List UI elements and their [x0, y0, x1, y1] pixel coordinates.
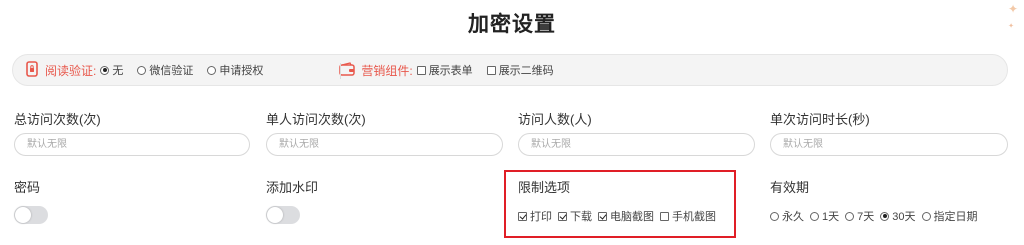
marketing-label: 营销组件: — [361, 63, 413, 78]
checkbox-icon[interactable] — [416, 65, 426, 75]
radio-icon[interactable] — [100, 65, 110, 75]
restrictions-options: 打印 下载 电脑截图 手机截图 — [518, 208, 722, 224]
restriction-download[interactable]: 下载 — [558, 208, 592, 224]
radio-icon[interactable] — [810, 211, 819, 221]
validity-7day[interactable]: 7天 — [845, 208, 874, 224]
password-toggle[interactable] — [14, 206, 48, 224]
phone-lock-icon — [25, 60, 39, 80]
wallet-icon — [339, 61, 356, 79]
visitors-input[interactable] — [518, 133, 755, 156]
divider — [340, 63, 341, 79]
validity-options: 永久 1天 7天 30天 指定日期 — [770, 208, 984, 224]
page-title: 加密设置 — [468, 13, 556, 36]
total-visits-input[interactable] — [14, 133, 250, 156]
single-visits-label: 单人访问次数(次) — [266, 112, 366, 127]
read-verify-option-none[interactable]: 无 — [100, 62, 123, 78]
restriction-mobile-screenshot[interactable]: 手机截图 — [660, 208, 716, 224]
validity-forever[interactable]: 永久 — [770, 208, 804, 224]
validity-custom-date[interactable]: 指定日期 — [921, 208, 978, 224]
radio-icon[interactable] — [137, 65, 147, 75]
read-verify-group: 阅读验证: 无 微信验证 申请授权 — [25, 60, 277, 80]
checkbox-icon[interactable] — [558, 211, 567, 221]
read-verify-label: 阅读验证: — [45, 63, 97, 78]
validity-30day[interactable]: 30天 — [880, 208, 916, 224]
watermark-label: 添加水印 — [266, 180, 319, 195]
options-bar: 阅读验证: 无 微信验证 申请授权 营销组件: 展示表单 展示二维码 — [12, 54, 1008, 86]
validity-1day[interactable]: 1天 — [810, 208, 839, 224]
visitors-label: 访问人数(人) — [518, 112, 592, 127]
radio-icon[interactable] — [770, 211, 779, 221]
checkbox-icon[interactable] — [486, 65, 496, 75]
checkbox-icon[interactable] — [598, 211, 607, 221]
single-visits-input[interactable] — [266, 133, 503, 156]
radio-icon[interactable] — [921, 211, 931, 221]
marketing-option-form[interactable]: 展示表单 — [416, 62, 473, 78]
radio-icon[interactable] — [845, 211, 855, 221]
total-visits-label: 总访问次数(次) — [14, 112, 101, 127]
sparkle-small-icon: ✦ — [1008, 23, 1014, 30]
checkbox-icon[interactable] — [518, 211, 527, 221]
marketing-group: 营销组件: 展示表单 展示二维码 — [339, 61, 567, 79]
watermark-toggle[interactable] — [266, 206, 300, 224]
duration-label: 单次访问时长(秒) — [770, 112, 870, 127]
sparkle-icon: ✦ — [1007, 2, 1018, 16]
restriction-pc-screenshot[interactable]: 电脑截图 — [598, 208, 654, 224]
marketing-option-qrcode[interactable]: 展示二维码 — [486, 62, 554, 78]
read-verify-option-apply[interactable]: 申请授权 — [207, 62, 263, 78]
radio-icon[interactable] — [880, 211, 890, 221]
validity-label: 有效期 — [770, 180, 810, 195]
radio-icon[interactable] — [207, 65, 217, 75]
restrictions-label: 限制选项 — [518, 180, 571, 195]
password-label: 密码 — [14, 180, 41, 195]
duration-input[interactable] — [770, 133, 1008, 156]
restriction-print[interactable]: 打印 — [518, 208, 552, 224]
read-verify-option-wechat[interactable]: 微信验证 — [137, 62, 193, 78]
checkbox-icon[interactable] — [660, 211, 669, 221]
